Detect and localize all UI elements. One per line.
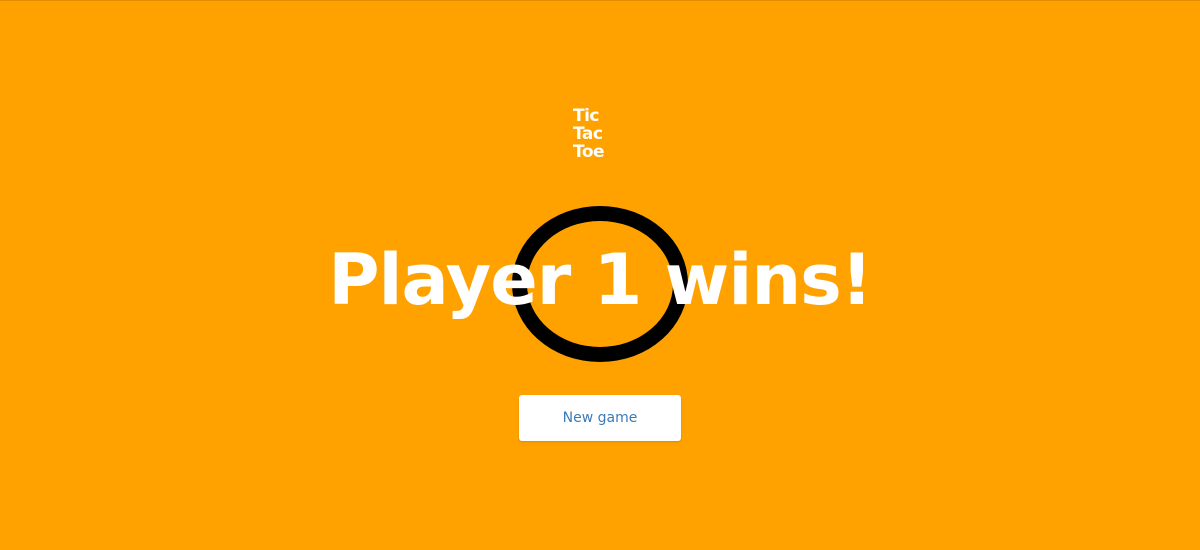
game-over-screen: Tic Tac Toe Player 1 wins! New game [0,0,1200,550]
tic-tac-toe-logo: Tic Tac Toe [573,107,633,161]
logo-line-tac: Tac [573,124,603,144]
logo-line-tic: Tic [573,106,600,126]
logo-line-toe: Toe [573,142,605,162]
new-game-button[interactable]: New game [519,395,681,441]
result-message: Player 1 wins! [328,239,873,321]
